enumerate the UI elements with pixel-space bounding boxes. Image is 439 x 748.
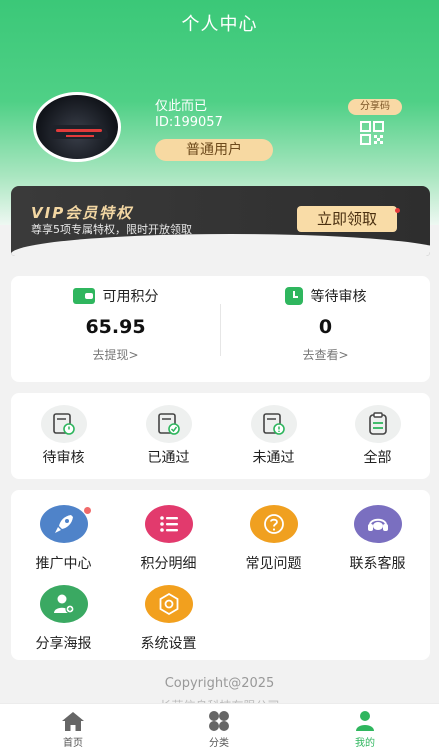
tab-label: 首页 bbox=[63, 738, 83, 748]
pending-points[interactable]: 等待审核 0 去查看> bbox=[221, 276, 430, 382]
qr-code-icon[interactable] bbox=[360, 121, 384, 145]
available-points-value: 65.95 bbox=[85, 316, 146, 338]
settings-icon bbox=[145, 585, 193, 623]
avatar-light-2 bbox=[66, 135, 94, 137]
home-icon bbox=[62, 712, 84, 731]
notification-dot bbox=[395, 208, 400, 213]
pending-doc-icon bbox=[41, 405, 87, 443]
avatar-light bbox=[56, 129, 102, 132]
status-tab-all[interactable]: 全部 bbox=[325, 393, 430, 479]
category-icon bbox=[209, 711, 229, 731]
banner-wave bbox=[11, 234, 430, 256]
user-id: ID:199057 bbox=[155, 115, 223, 130]
view-link[interactable]: 去查看> bbox=[221, 346, 430, 363]
rocket-icon bbox=[40, 505, 88, 543]
menu-promotion-center[interactable]: 推广中心 bbox=[11, 490, 116, 572]
bottom-tab-bar: 首页 分类 我的 bbox=[0, 703, 439, 748]
status-label-all: 全部 bbox=[363, 450, 392, 466]
claim-vip-button[interactable]: 立即领取 bbox=[297, 206, 397, 232]
tab-label: 分类 bbox=[209, 738, 229, 748]
headset-icon bbox=[354, 505, 402, 543]
avatar[interactable] bbox=[33, 92, 121, 162]
username: 仅此而已 bbox=[155, 99, 208, 114]
user-icon bbox=[356, 711, 374, 731]
copyright-text: Copyright@2025 bbox=[164, 676, 275, 691]
wallet-icon bbox=[72, 288, 95, 304]
menu-label: 系统设置 bbox=[140, 636, 197, 652]
status-label-approved: 已通过 bbox=[147, 450, 190, 466]
share-code-label[interactable]: 分享码 bbox=[348, 99, 402, 115]
vip-banner[interactable]: VIP会员特权 尊享5项专属特权，限时开放领取 立即领取 bbox=[11, 186, 430, 256]
all-clipboard-icon bbox=[355, 405, 401, 443]
share-user-icon bbox=[40, 585, 88, 623]
status-label-rejected: 未通过 bbox=[252, 450, 295, 466]
available-points[interactable]: 可用积分 65.95 去提现> bbox=[11, 276, 220, 382]
feature-menu-card: 推广中心 积分明细 常见问题 联系客服 分享海报 系统设置 bbox=[11, 490, 430, 660]
menu-share-poster[interactable]: 分享海报 bbox=[11, 570, 116, 652]
tab-mine[interactable]: 我的 bbox=[292, 704, 438, 748]
menu-label: 分享海报 bbox=[35, 636, 92, 652]
menu-label: 联系客服 bbox=[349, 556, 406, 572]
tab-home[interactable]: 首页 bbox=[0, 704, 146, 748]
pending-points-value: 0 bbox=[318, 316, 333, 338]
menu-system-settings[interactable]: 系统设置 bbox=[116, 570, 221, 652]
points-card: 可用积分 65.95 去提现> 等待审核 0 去查看> bbox=[11, 276, 430, 382]
menu-points-detail[interactable]: 积分明细 bbox=[116, 490, 221, 572]
available-points-label: 可用积分 bbox=[102, 289, 159, 305]
status-tab-pending[interactable]: 待审核 bbox=[11, 393, 116, 479]
status-tab-rejected[interactable]: 未通过 bbox=[221, 393, 326, 479]
menu-faq[interactable]: 常见问题 bbox=[221, 490, 326, 572]
pending-points-label: 等待审核 bbox=[310, 289, 367, 305]
review-status-card: 待审核 已通过 未通过 全部 bbox=[11, 393, 430, 479]
member-level-badge[interactable]: 普通用户 bbox=[155, 139, 273, 161]
tab-label: 我的 bbox=[355, 738, 375, 748]
menu-label: 常见问题 bbox=[245, 556, 302, 572]
tab-category[interactable]: 分类 bbox=[146, 704, 292, 748]
withdraw-link[interactable]: 去提现> bbox=[11, 346, 220, 363]
page-title: 个人中心 bbox=[181, 14, 258, 35]
menu-customer-service[interactable]: 联系客服 bbox=[325, 490, 430, 572]
list-icon bbox=[145, 505, 193, 543]
status-tab-approved[interactable]: 已通过 bbox=[116, 393, 221, 479]
approved-doc-icon bbox=[146, 405, 192, 443]
vip-subtitle: 尊享5项专属特权，限时开放领取 bbox=[31, 223, 192, 236]
clock-icon bbox=[284, 287, 303, 305]
notification-dot bbox=[83, 506, 92, 515]
status-label-pending: 待审核 bbox=[42, 450, 85, 466]
vip-title: VIP会员特权 bbox=[31, 204, 134, 222]
rejected-doc-icon bbox=[251, 405, 297, 443]
question-icon bbox=[250, 505, 298, 543]
